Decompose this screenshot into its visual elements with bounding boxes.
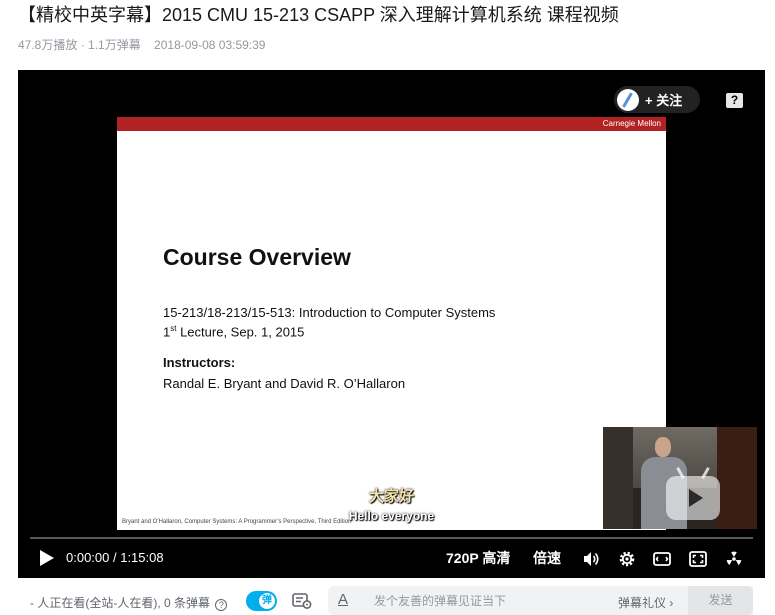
speed-button[interactable]: 倍速 [533, 549, 561, 567]
slide-header-bar: Carnegie Mellon [117, 117, 666, 131]
video-meta: 47.8万播放 · 1.1万弹幕 2018-09-08 03:59:39 [18, 36, 265, 53]
help-icon[interactable]: ? [726, 93, 743, 108]
subtitle-english: Hello everyone [348, 509, 435, 523]
fullscreen-icon[interactable] [689, 550, 707, 568]
time-display: 0:00:00 / 1:15:08 [66, 550, 164, 565]
info-icon[interactable]: ? [215, 599, 228, 611]
settings-icon[interactable] [618, 550, 636, 568]
viewer-count: - 人正在看(全站-人在看), 0 条弹幕 ? [30, 594, 228, 611]
follow-label: + 关注 [645, 93, 683, 108]
send-button[interactable]: 发送 [688, 586, 753, 615]
volume-icon[interactable] [582, 550, 600, 568]
slide-instructors: Randal E. Bryant and David R. O’Hallaron [163, 376, 406, 391]
video-player[interactable]: + 关注 ? Carnegie Mellon Course Overview 1… [18, 70, 765, 578]
danmaku-etiquette-link[interactable]: 弹幕礼仪 › [618, 594, 673, 611]
progress-bar[interactable] [30, 537, 753, 539]
danmaku-toggle[interactable]: 弹 [246, 591, 277, 611]
danmaku-input[interactable] [374, 586, 604, 615]
video-stats: 47.8万播放 · 1.1万弹幕 [18, 38, 141, 52]
danmaku-settings-icon[interactable] [292, 593, 312, 609]
lecture-slide: Carnegie Mellon Course Overview 15-213/1… [117, 117, 666, 530]
font-style-icon[interactable]: A [338, 591, 348, 608]
slide-lecture-line: 1st Lecture, Sep. 1, 2015 [163, 324, 305, 340]
danmaku-bar: - 人正在看(全站-人在看), 0 条弹幕 ? 弹 A 弹幕礼仪 › 发送 [18, 578, 765, 615]
video-title: 【精校中英字幕】2015 CMU 15-213 CSAPP 深入理解计算机系统 … [18, 5, 619, 25]
radiation-icon[interactable] [725, 550, 743, 568]
slide-instructors-label: Instructors: [163, 355, 236, 370]
quality-button[interactable]: 720P 高清 [446, 549, 510, 567]
publish-date: 2018-09-08 03:59:39 [154, 38, 266, 52]
slide-brand: Carnegie Mellon [602, 119, 661, 128]
widescreen-icon[interactable] [653, 550, 671, 568]
play-icon[interactable] [40, 550, 54, 566]
uploader-avatar [617, 88, 639, 111]
lecturer-figure [655, 437, 671, 457]
subtitle-chinese: 大家好 [368, 488, 414, 505]
slide-heading: Course Overview [163, 244, 351, 270]
follow-button[interactable]: + 关注 [614, 86, 700, 113]
danmaku-toggle-knob: 弹 [259, 593, 275, 609]
slide-course-line: 15-213/18-213/15-513: Introduction to Co… [163, 305, 496, 320]
